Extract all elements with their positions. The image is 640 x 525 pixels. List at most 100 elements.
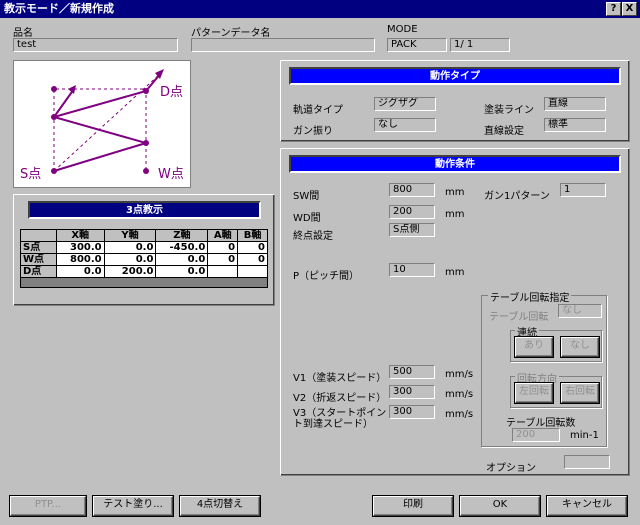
wd-label: WD間 — [293, 213, 321, 224]
cell-b[interactable] — [237, 265, 268, 278]
pattern-data-label: パターンデータ名 — [191, 28, 271, 39]
v2-label: V2（折返スピード） — [293, 393, 387, 404]
table-rotation-field[interactable]: なし — [558, 304, 602, 318]
cell-b[interactable]: 0 — [237, 241, 268, 254]
continuous-yes-button[interactable]: あり — [515, 337, 553, 357]
cell-y[interactable]: 200.0 — [103, 265, 157, 278]
pattern-data-field[interactable] — [191, 38, 375, 52]
wd-field[interactable]: 200 — [389, 205, 435, 219]
rotation-count-field[interactable]: 200 — [512, 428, 560, 442]
test-coat-button[interactable]: テスト塗り... — [93, 496, 173, 516]
col-header-z: Z軸 — [155, 229, 209, 242]
v2-field[interactable]: 300 — [389, 385, 435, 399]
teach-panel: 3点教示 X軸 Y軸 Z軸 A軸 B軸 S点 300.0 0.0 -450.0 … — [13, 194, 275, 306]
option-field[interactable] — [564, 455, 610, 469]
v3-field[interactable]: 300 — [389, 405, 435, 419]
table-rotation-group: テーブル回転指定 テーブル回転 なし 連続 あり なし 回転方向 左回転 右回転… — [481, 289, 607, 447]
pitch-unit: mm — [445, 267, 465, 278]
path-diagram: D点 S点 W点 — [13, 60, 191, 188]
cell-a[interactable]: 0 — [207, 253, 239, 266]
page-field: 1/ 1 — [450, 38, 510, 52]
gun-swing-field[interactable]: なし — [374, 118, 436, 132]
continuous-no-button[interactable]: なし — [561, 337, 599, 357]
table-rotation-label: テーブル回転 — [489, 312, 549, 323]
col-header-x: X軸 — [55, 229, 105, 242]
v1-unit: mm/s — [445, 369, 474, 380]
table-row: W点 800.0 0.0 0.0 0 0 — [20, 253, 268, 266]
diagram-label-w: W点 — [158, 167, 184, 182]
motion-type-title: 動作タイプ — [430, 71, 480, 82]
help-button[interactable]: ? — [606, 2, 621, 16]
end-point-field[interactable]: S点側 — [389, 223, 435, 237]
coat-line-label: 塗装ライン — [484, 105, 534, 116]
cell-y[interactable]: 0.0 — [103, 253, 157, 266]
linear-setting-field[interactable]: 標準 — [544, 118, 606, 132]
cell-z[interactable]: 0.0 — [155, 265, 209, 278]
sw-field[interactable]: 800 — [389, 183, 435, 197]
close-button[interactable]: X — [622, 2, 637, 16]
cancel-button[interactable]: キャンセル — [547, 496, 627, 516]
conditions-title-bar: 動作条件 — [289, 155, 621, 173]
teach-table-header: X軸 Y軸 Z軸 A軸 B軸 — [20, 229, 268, 242]
cell-x[interactable]: 800.0 — [55, 253, 105, 266]
direction-group: 回転方向 左回転 右回転 — [510, 370, 602, 408]
ok-button[interactable]: OK — [460, 496, 540, 516]
rotate-left-button[interactable]: 左回転 — [515, 383, 553, 403]
teach-title-bar: 3点教示 — [28, 201, 261, 219]
coat-line-field[interactable]: 直線 — [544, 97, 606, 111]
cell-x[interactable]: 0.0 — [55, 265, 105, 278]
v3-unit: mm/s — [445, 409, 474, 420]
diagram-point-zig4 — [143, 88, 149, 94]
mode-field: PACK — [387, 38, 447, 52]
v1-label: V1（塗装スピード） — [293, 373, 387, 384]
cell-z[interactable]: -450.0 — [155, 241, 209, 254]
ptp-button[interactable]: PTP... — [10, 496, 86, 516]
row-name: W点 — [20, 253, 57, 266]
mode-label: MODE — [387, 24, 418, 35]
v1-field[interactable]: 500 — [389, 365, 435, 379]
conditions-panel: 動作条件 SW間 800 mm ガン1パターン 1 WD間 200 mm 終点設… — [280, 148, 630, 476]
diagram-point-zig1 — [51, 114, 57, 120]
col-header-b: B軸 — [237, 229, 268, 242]
conditions-title: 動作条件 — [435, 159, 475, 170]
cell-x[interactable]: 300.0 — [55, 241, 105, 254]
teach-table-wrap: X軸 Y軸 Z軸 A軸 B軸 S点 300.0 0.0 -450.0 0 0 W… — [20, 229, 268, 288]
gun1-pattern-field[interactable]: 1 — [560, 183, 606, 197]
title-bar: 教示モード／新規作成 — [0, 0, 640, 18]
rotate-right-button[interactable]: 右回転 — [561, 383, 599, 403]
cell-y[interactable]: 0.0 — [103, 241, 157, 254]
teach-table-scrollbar[interactable] — [20, 278, 268, 288]
pitch-label: P（ピッチ間） — [293, 271, 360, 282]
diagram-point-w — [143, 168, 149, 174]
diagram-label-d: D点 — [160, 85, 184, 100]
v3-label-line2: ト到達スピード） — [293, 419, 373, 430]
end-point-label: 終点設定 — [293, 231, 333, 242]
cell-b[interactable]: 0 — [237, 253, 268, 266]
track-type-field[interactable]: ジグザグ — [374, 97, 436, 111]
table-row: S点 300.0 0.0 -450.0 0 0 — [20, 241, 268, 254]
cell-z[interactable]: 0.0 — [155, 253, 209, 266]
table-row: D点 0.0 200.0 0.0 — [20, 265, 268, 278]
switch-4point-button[interactable]: 4点切替え — [180, 496, 260, 516]
diagram-point-zig3 — [51, 86, 57, 92]
print-button[interactable]: 印刷 — [373, 496, 453, 516]
diagram-point-s — [51, 168, 57, 174]
cell-a[interactable] — [207, 265, 239, 278]
rotation-count-label: テーブル回転数 — [506, 418, 576, 429]
row-name: D点 — [20, 265, 57, 278]
wd-unit: mm — [445, 209, 465, 220]
teach-table: X軸 Y軸 Z軸 A軸 B軸 S点 300.0 0.0 -450.0 0 0 W… — [20, 229, 268, 278]
option-label: オプション — [486, 463, 536, 474]
product-name-field[interactable]: test — [13, 38, 178, 52]
continuous-group: 連続 あり なし — [510, 324, 602, 362]
table-rotation-title: テーブル回転指定 — [488, 289, 572, 304]
product-name-label: 品名 — [13, 28, 33, 39]
pitch-field[interactable]: 10 — [389, 263, 435, 277]
cell-a[interactable]: 0 — [207, 241, 239, 254]
diagram-label-s: S点 — [20, 167, 42, 182]
motion-type-panel: 動作タイプ 軌道タイプ ジグザグ ガン振り なし 塗装ライン 直線 直線設定 標… — [280, 60, 630, 142]
col-header-a: A軸 — [207, 229, 239, 242]
track-type-label: 軌道タイプ — [293, 105, 343, 116]
motion-type-title-bar: 動作タイプ — [289, 67, 621, 85]
rotation-count-unit: min-1 — [570, 430, 599, 441]
